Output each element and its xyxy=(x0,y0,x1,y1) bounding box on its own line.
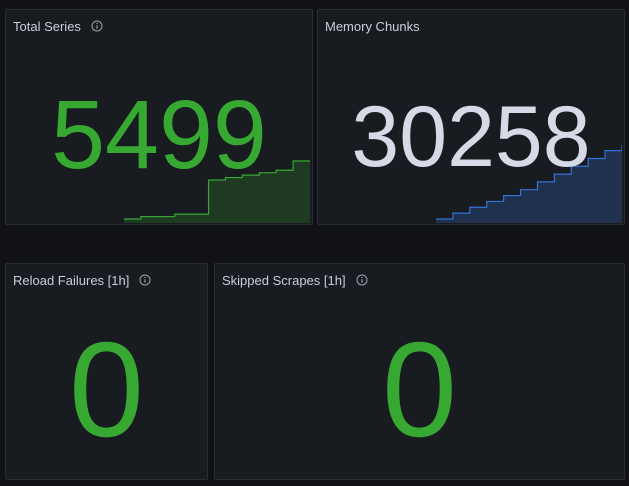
info-icon[interactable] xyxy=(356,274,368,286)
panel-header: Memory Chunks xyxy=(325,16,420,36)
stat-value-skipped-scrapes: 0 xyxy=(381,314,458,465)
panel-memory-chunks[interactable]: Memory Chunks 30258 xyxy=(317,9,625,225)
panel-header: Total Series xyxy=(13,16,103,36)
stat-value-reload-failures: 0 xyxy=(68,314,145,465)
panel-header: Skipped Scrapes [1h] xyxy=(222,270,368,290)
panel-total-series[interactable]: Total Series 5499 xyxy=(5,9,313,225)
info-icon[interactable] xyxy=(91,20,103,32)
stat-value-memory-chunks: 30258 xyxy=(351,89,591,185)
panel-title: Total Series xyxy=(13,18,81,34)
panel-title: Skipped Scrapes [1h] xyxy=(222,272,346,288)
panel-title: Memory Chunks xyxy=(325,18,420,34)
panel-reload-failures[interactable]: Reload Failures [1h] 0 xyxy=(5,263,208,480)
stat-value-total-series: 5499 xyxy=(51,80,267,189)
info-icon[interactable] xyxy=(139,274,151,286)
panel-title: Reload Failures [1h] xyxy=(13,272,130,288)
panel-skipped-scrapes[interactable]: Skipped Scrapes [1h] 0 xyxy=(214,263,625,480)
panel-header: Reload Failures [1h] xyxy=(13,270,151,290)
